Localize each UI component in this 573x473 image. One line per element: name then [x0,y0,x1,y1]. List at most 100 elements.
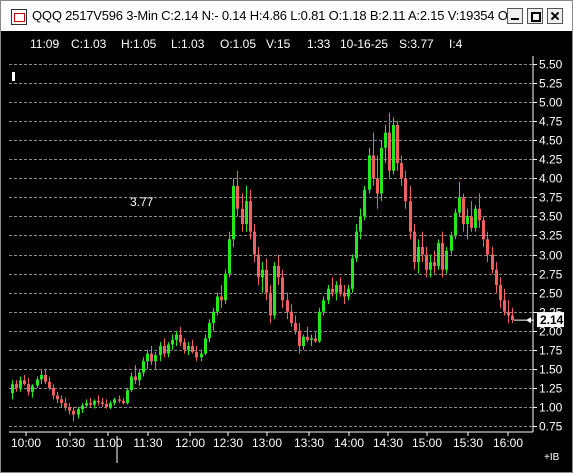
candle [40,370,43,385]
y-tick-label: 2.75 [539,268,563,282]
candle [19,376,22,392]
candle [269,285,272,324]
candle [138,368,141,386]
price-axis[interactable]: 5.50 5.25 5.00 4.75 4.50 4.25 4.00 3.75 3.50 3.25… [532,56,563,434]
candle [142,357,145,377]
candle [72,406,75,422]
y-tick-label: 4.50 [539,134,563,148]
x-tick-label: 14:30 [373,436,403,450]
candle [478,193,481,228]
candle [60,395,63,407]
candle [85,399,88,407]
candle [277,254,280,286]
candle [355,224,358,263]
candle [52,384,55,400]
candle [384,124,387,164]
candle [77,406,80,419]
x-tick-label: 15:00 [412,436,442,450]
y-tick-label: 0.75 [539,420,563,434]
candle [118,395,121,404]
x-tick-label: 12:00 [175,436,205,450]
candle [212,307,215,331]
candle [23,374,26,386]
candle [56,391,59,404]
candle [134,365,137,385]
candle [171,334,174,350]
candle [245,185,248,232]
candle [81,403,84,414]
candle [204,334,207,356]
candle [290,304,293,327]
candle [347,285,350,301]
y-tick-label: 5.00 [539,96,563,110]
candle [396,121,399,171]
candle [241,193,244,232]
candle [462,193,465,232]
y-tick-label: 4.00 [539,172,563,186]
y-tick-label: 4.75 [539,115,563,129]
candle [404,170,407,209]
candle [380,140,383,202]
candle [306,326,309,343]
candle [335,281,338,301]
candle [421,231,424,263]
candle [113,397,116,406]
candle [64,397,67,411]
candle [146,349,149,369]
candle [359,208,362,240]
candle [154,352,157,369]
candle [11,380,14,400]
x-tick-label: 15:30 [453,436,483,450]
y-tick-label: 1.75 [539,344,563,358]
candle [314,332,317,343]
candle [130,372,133,392]
candle [163,338,166,358]
candle [486,231,489,263]
candle [495,262,498,293]
candle [232,178,235,247]
candle [150,345,153,366]
candle [261,262,264,293]
y-tick-label: 1.25 [539,382,563,396]
candle [413,224,416,270]
y-tick-label: 5.50 [539,58,563,72]
candle [425,246,428,278]
candle [454,208,457,240]
x-tick-label: 13:30 [294,436,324,450]
candle [68,403,71,415]
candle [179,326,182,346]
candle [458,182,461,217]
y-tick-label: 1.00 [539,401,563,415]
candle [228,231,231,278]
candle [257,246,260,286]
price-chart[interactable]: 5.50 5.25 5.00 4.75 4.50 4.25 4.00 3.75 3.50 3.25… [0,0,573,473]
x-tick-label: 12:30 [213,436,243,450]
y-tick-label: 1.50 [539,363,563,377]
candle [44,368,47,385]
x-tick-label: 14:00 [334,436,364,450]
candle [126,387,129,405]
candle [159,342,162,362]
last-price-marker: 2.14 [514,312,564,328]
candle [417,239,420,274]
candle [298,323,301,354]
candle [175,330,178,346]
candle [445,246,448,274]
candle [273,262,276,320]
candle [224,269,227,305]
candle [503,288,506,316]
candle [363,185,366,221]
candle [351,254,354,293]
y-tick-label: 3.75 [539,191,563,205]
candle [31,384,34,398]
x-tick-label: 10:00 [11,436,41,450]
candle [236,170,239,217]
y-tick-label: 4.25 [539,153,563,167]
y-tick-label: 2.50 [539,287,563,301]
candle [200,349,203,362]
candle [167,342,170,358]
time-axis[interactable]: 10:00 10:30 11:00 11:30 12:00 12:30 13:00 13:30… [9,431,560,463]
candle [27,377,30,396]
candle [208,319,211,343]
candle [183,338,186,354]
